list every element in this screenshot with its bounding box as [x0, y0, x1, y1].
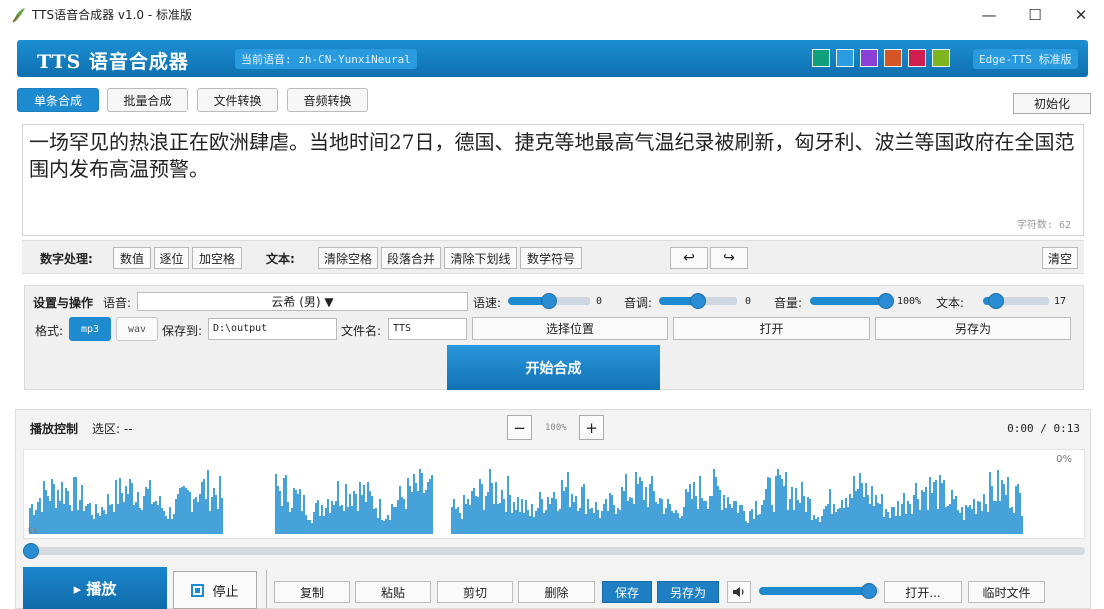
- theme-swatch-lime[interactable]: [932, 49, 950, 67]
- number-value-button[interactable]: 数值: [113, 247, 151, 269]
- tab-batch[interactable]: 批量合成: [107, 88, 188, 112]
- maximize-button[interactable]: ☐: [1012, 0, 1058, 30]
- volume-value: 100%: [897, 296, 922, 307]
- theme-swatch-blue[interactable]: [836, 49, 854, 67]
- volume-label: 音量:: [774, 296, 803, 310]
- volume-slider[interactable]: [810, 293, 894, 309]
- number-space-button[interactable]: 加空格: [192, 247, 242, 269]
- text-size-slider-handle[interactable]: [988, 293, 1004, 309]
- tab-audio-convert[interactable]: 音频转换: [287, 88, 368, 112]
- speaker-icon[interactable]: [727, 581, 751, 603]
- clear-spaces-button[interactable]: 清除空格: [318, 247, 378, 269]
- playback-volume-handle[interactable]: [861, 583, 877, 599]
- text-toolbar: 数字处理: 数值 逐位 加空格 文本: 清除空格 段落合并 清除下划线 数学符号…: [22, 240, 1084, 274]
- paste-button[interactable]: 粘贴: [355, 581, 431, 603]
- open-folder-button[interactable]: 打开: [673, 317, 870, 340]
- playback-volume-slider[interactable]: [759, 583, 879, 599]
- math-symbols-button[interactable]: 数学符号: [520, 247, 582, 269]
- theme-swatch-green[interactable]: [812, 49, 830, 67]
- speed-slider-handle[interactable]: [541, 293, 557, 309]
- stop-label: 停止: [212, 584, 239, 600]
- text-input[interactable]: 一场罕见的热浪正在欧洲肆虐。当地时间27日，德国、捷克等地最高气温纪录被刷新，匈…: [22, 124, 1084, 236]
- save-path-input[interactable]: D:\output: [208, 318, 337, 340]
- zoom-in-button[interactable]: +: [579, 415, 604, 440]
- open-file-button[interactable]: 打开...: [884, 581, 962, 603]
- text-content[interactable]: 一场罕见的热浪正在欧洲肆虐。当地时间27日，德国、捷克等地最高气温纪录被刷新，匈…: [29, 129, 1079, 183]
- title-bar: TTS语音合成器 v1.0 - 标准版 — ☐ ✕: [0, 0, 1104, 30]
- app-icon: [12, 8, 25, 23]
- number-processing-label: 数字处理:: [40, 252, 93, 266]
- divider: [266, 570, 267, 609]
- minimize-button[interactable]: —: [966, 0, 1012, 30]
- merge-paragraphs-button[interactable]: 段落合并: [381, 247, 441, 269]
- time-display: 0:00 / 0:13: [1007, 422, 1080, 435]
- start-synthesis-button[interactable]: 开始合成: [447, 345, 660, 390]
- reset-button[interactable]: 初始化: [1013, 93, 1091, 114]
- speed-label: 语速:: [473, 296, 502, 310]
- redo-button[interactable]: ↪: [710, 247, 748, 269]
- tab-file-convert[interactable]: 文件转换: [197, 88, 278, 112]
- filename-input[interactable]: TTS: [388, 318, 467, 340]
- playback-panel: 播放控制 选区: -- − 100% + 0:00 / 0:13 0% 0s ▸…: [15, 409, 1091, 609]
- close-button[interactable]: ✕: [1058, 0, 1104, 30]
- waveform[interactable]: 0% 0s: [23, 449, 1085, 539]
- stop-icon: [191, 583, 205, 597]
- text-size-label: 文本:: [936, 296, 965, 310]
- header-banner: TTS 语音合成器 当前语音: zh-CN-YunxiNeural Edge-T…: [17, 40, 1088, 77]
- text-tools-label: 文本:: [266, 252, 295, 266]
- edition-badge: Edge-TTS 标准版: [973, 49, 1078, 69]
- pitch-label: 音调:: [624, 296, 653, 310]
- voice-dropdown[interactable]: 云希 (男) ▼: [137, 292, 468, 311]
- tab-single[interactable]: 单条合成: [17, 88, 99, 112]
- pitch-slider-handle[interactable]: [690, 293, 706, 309]
- waveform-graph: [29, 469, 1023, 534]
- play-button[interactable]: ▸ 播放: [23, 567, 167, 609]
- theme-swatch-purple[interactable]: [860, 49, 878, 67]
- selection-label: 选区: --: [92, 422, 133, 436]
- number-digit-button[interactable]: 逐位: [154, 247, 189, 269]
- current-voice-badge: 当前语音: zh-CN-YunxiNeural: [235, 49, 417, 69]
- undo-button[interactable]: ↩: [670, 247, 708, 269]
- volume-slider-handle[interactable]: [878, 293, 894, 309]
- save-audio-button[interactable]: 保存: [602, 581, 652, 603]
- format-mp3-button[interactable]: mp3: [69, 317, 111, 341]
- delete-button[interactable]: 删除: [518, 581, 595, 603]
- speed-value: 0: [596, 296, 603, 307]
- theme-swatch-orange[interactable]: [884, 49, 902, 67]
- waveform-percent: 0%: [1056, 454, 1072, 465]
- temp-file-button[interactable]: 临时文件: [968, 581, 1045, 603]
- format-wav-button[interactable]: wav: [116, 317, 158, 341]
- filename-label: 文件名:: [341, 324, 382, 338]
- pitch-value: 0: [745, 296, 752, 307]
- window-title: TTS语音合成器 v1.0 - 标准版: [32, 8, 193, 22]
- save-to-label: 保存到:: [162, 324, 203, 338]
- theme-swatch-red[interactable]: [908, 49, 926, 67]
- waveform-path: [29, 469, 1023, 534]
- stop-button[interactable]: 停止: [173, 571, 257, 609]
- waveform-start-label: 0s: [28, 526, 38, 535]
- seek-bar[interactable]: [23, 543, 1085, 559]
- char-count: 字符数: 62: [1016, 220, 1071, 231]
- save-as-button[interactable]: 另存为: [875, 317, 1071, 340]
- clear-underscores-button[interactable]: 清除下划线: [444, 247, 517, 269]
- format-label: 格式:: [35, 324, 64, 338]
- text-size-slider[interactable]: [983, 293, 1049, 309]
- zoom-level: 100%: [545, 423, 567, 433]
- settings-panel: 设置与操作 语音: 云希 (男) ▼ 语速: 0 音调: 0 音量: 100% …: [24, 285, 1084, 390]
- pitch-slider[interactable]: [659, 293, 737, 309]
- playback-title: 播放控制: [30, 422, 79, 436]
- seek-handle[interactable]: [23, 543, 39, 559]
- cut-button[interactable]: 剪切: [437, 581, 513, 603]
- text-size-value: 17: [1054, 296, 1067, 307]
- settings-title: 设置与操作: [33, 296, 94, 310]
- choose-location-button[interactable]: 选择位置: [472, 317, 668, 340]
- clear-button[interactable]: 清空: [1042, 247, 1078, 269]
- app-logo: TTS 语音合成器: [37, 51, 189, 73]
- zoom-out-button[interactable]: −: [507, 415, 532, 440]
- copy-button[interactable]: 复制: [274, 581, 350, 603]
- voice-label: 语音:: [103, 296, 132, 310]
- speed-slider[interactable]: [508, 293, 590, 309]
- save-audio-as-button[interactable]: 另存为: [657, 581, 719, 603]
